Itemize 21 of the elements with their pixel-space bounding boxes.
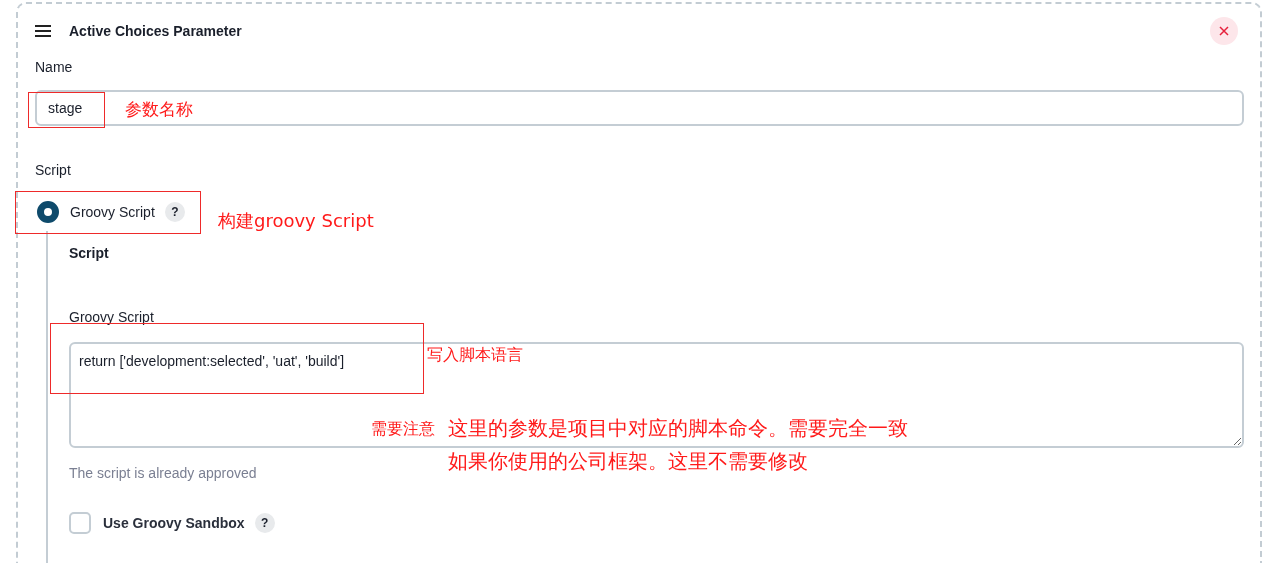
- close-button[interactable]: [1210, 17, 1238, 45]
- section-label: Script: [35, 162, 72, 178]
- help-icon[interactable]: ?: [164, 202, 185, 222]
- menu-icon[interactable]: [35, 25, 51, 37]
- radio-button[interactable]: [37, 201, 59, 223]
- help-icon[interactable]: ?: [254, 513, 275, 533]
- annotation-text: 如果你使用的公司框架。这里不需要修改: [448, 450, 808, 472]
- checkbox-label[interactable]: Use Groovy Sandbox: [103, 515, 245, 531]
- annotation-text: 构建groovy Script: [218, 211, 374, 231]
- card-title: Active Choices Parameter: [69, 23, 243, 39]
- field-label: Name: [35, 59, 74, 75]
- annotation-text: 写入脚本语言: [427, 346, 523, 364]
- annotation-text: 参数名称: [125, 100, 193, 119]
- close-icon: [1219, 26, 1229, 36]
- option-label[interactable]: Groovy Script: [70, 204, 155, 220]
- field-label: Groovy Script: [69, 309, 155, 325]
- annotation-text: 需要注意: [371, 420, 435, 438]
- annotation-text: 这里的参数是项目中对应的脚本命令。需要完全一致: [448, 417, 908, 439]
- checkbox[interactable]: [69, 512, 91, 534]
- section-heading: Script: [69, 244, 110, 261]
- hint-text: The script is already approved: [69, 465, 257, 481]
